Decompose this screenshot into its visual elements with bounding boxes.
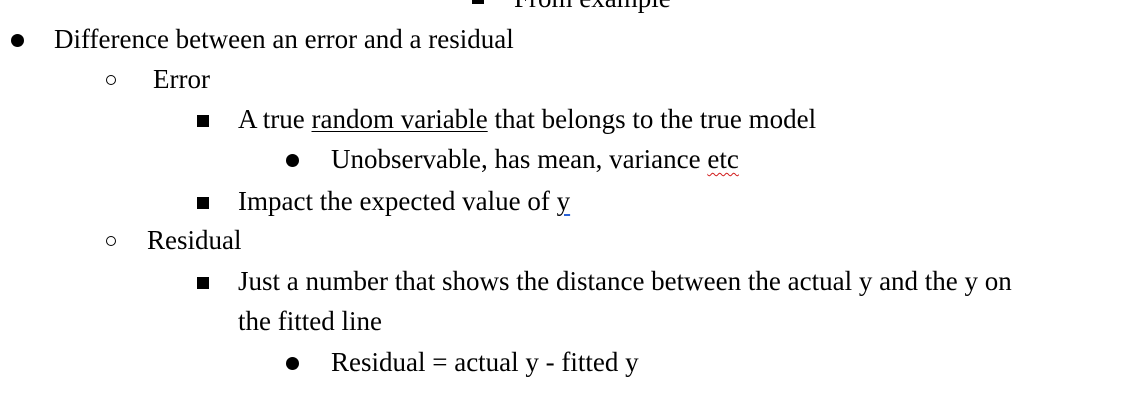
text-run: that belongs to the true model bbox=[487, 104, 817, 134]
square-bullet-icon bbox=[197, 115, 209, 127]
list-item-text: A true random variable that belongs to t… bbox=[238, 103, 816, 135]
square-bullet-icon bbox=[472, 0, 484, 4]
circle-bullet-icon bbox=[106, 236, 116, 246]
disc-bullet-icon bbox=[11, 34, 24, 47]
list-item-text: the fitted line bbox=[238, 306, 382, 336]
list-item-text: Unobservable, has mean, variance etc bbox=[331, 143, 739, 175]
list-item-text: Residual bbox=[147, 225, 242, 255]
text-run: Unobservable, has mean, variance bbox=[331, 144, 708, 174]
spelling-flagged-word[interactable]: etc bbox=[707, 144, 738, 174]
text-run: Impact the expected value of bbox=[238, 186, 557, 216]
square-bullet-icon bbox=[197, 277, 209, 289]
square-bullet-icon bbox=[197, 197, 209, 209]
circle-bullet-icon bbox=[106, 75, 116, 85]
random-variable-link[interactable]: random variable bbox=[312, 104, 488, 134]
cut-off-text: From example bbox=[514, 0, 671, 14]
grammar-flagged-word[interactable]: y bbox=[557, 186, 571, 216]
disc-bullet-icon bbox=[286, 154, 299, 167]
disc-bullet-icon bbox=[286, 357, 299, 370]
list-item-text: Just a number that shows the distance be… bbox=[238, 266, 1012, 296]
list-item-text: Error bbox=[153, 64, 210, 94]
list-item-text: Residual = actual y - fitted y bbox=[331, 347, 639, 377]
text-run: A true bbox=[238, 104, 312, 134]
list-item-text: Impact the expected value of y bbox=[238, 185, 570, 217]
list-item-text: Difference between an error and a residu… bbox=[54, 24, 514, 54]
